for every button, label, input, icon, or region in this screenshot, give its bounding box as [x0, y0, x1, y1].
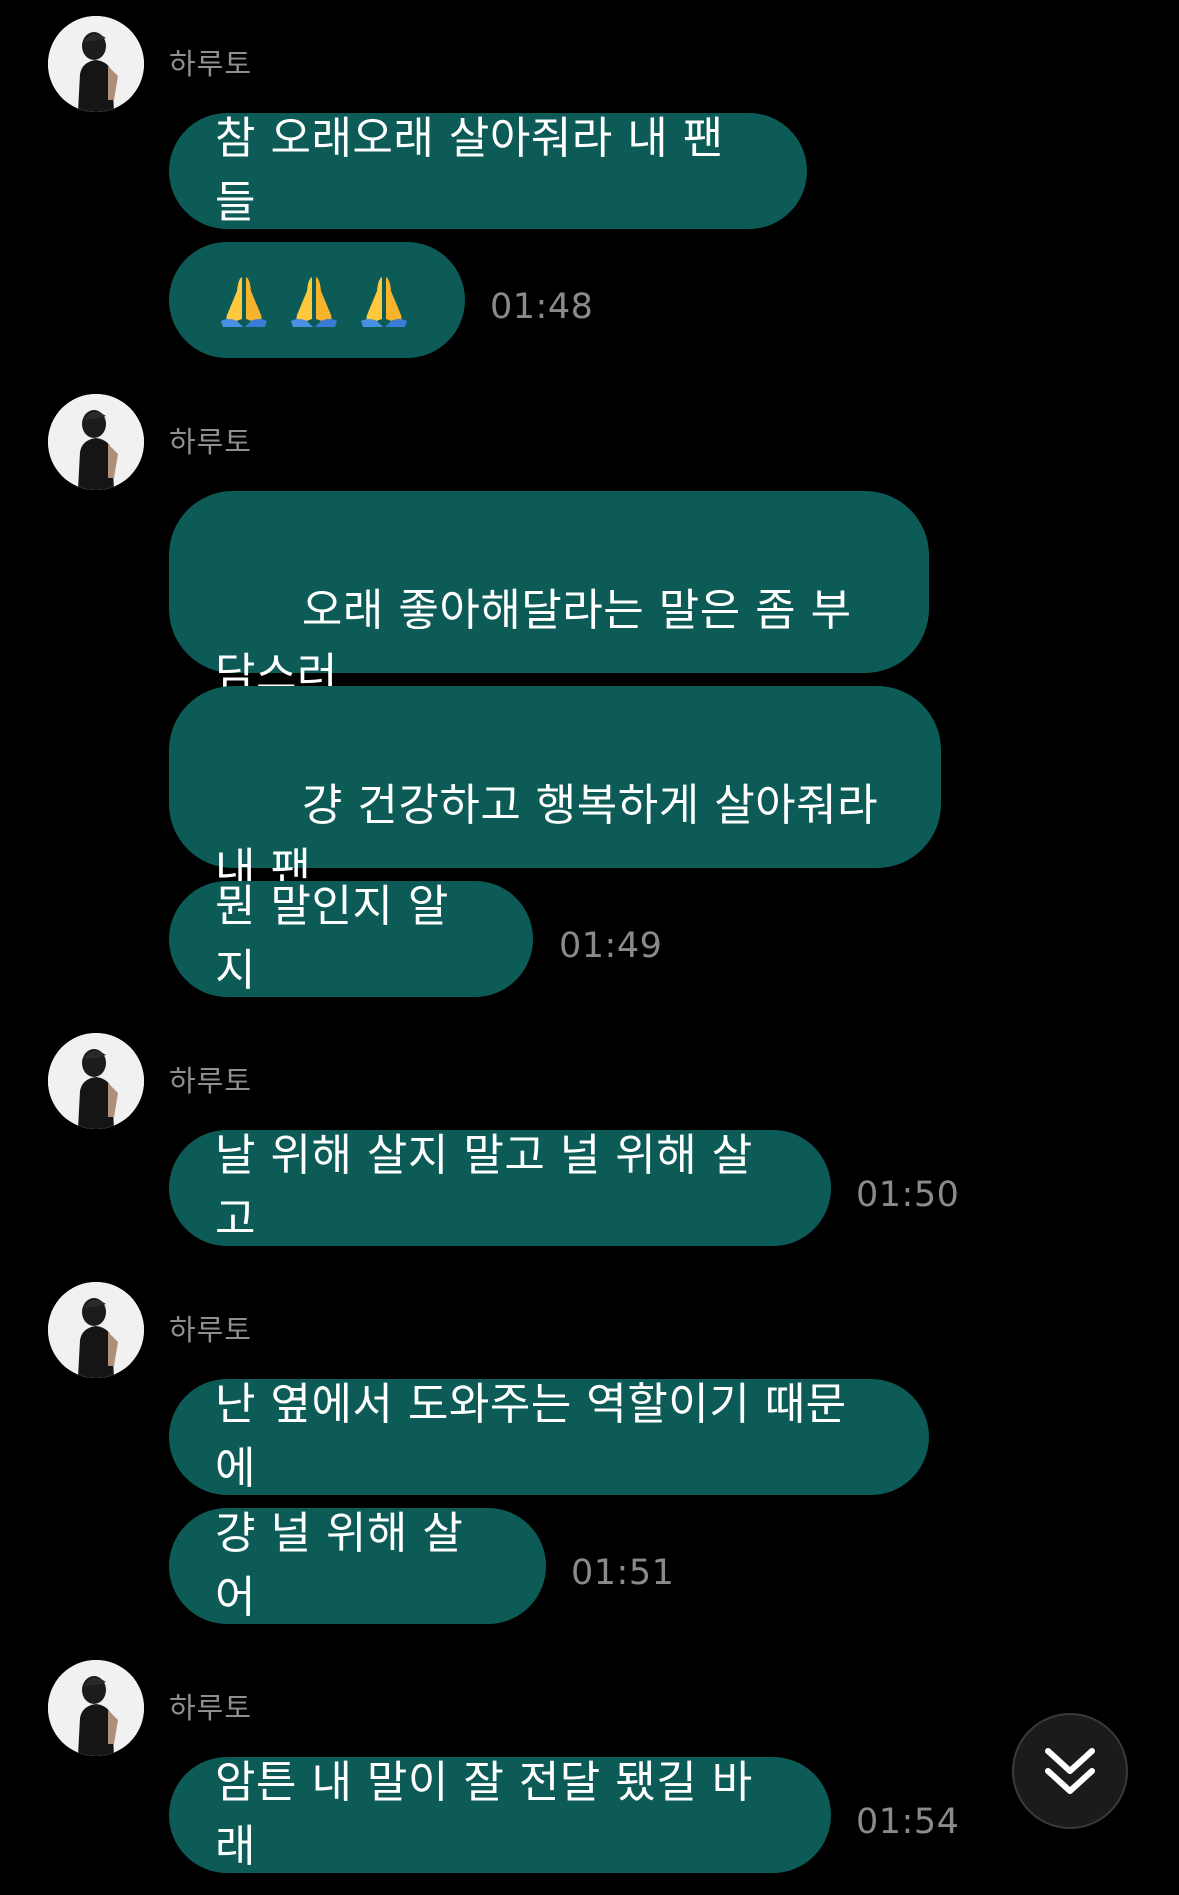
message-text: 걍 널 위해 살어 — [215, 1508, 464, 1623]
avatar-image — [48, 1282, 144, 1378]
message-bubble[interactable]: 암튼 내 말이 잘 전달 됐길 바래 — [169, 1757, 831, 1873]
avatar[interactable] — [48, 16, 144, 112]
message-text: 뭔 말인지 알지 — [215, 881, 449, 996]
sender-name: 하루토 — [169, 1313, 253, 1347]
message-text: 참 오래오래 살아줘라 내 팬들 — [215, 113, 724, 228]
message-bubble[interactable]: 날 위해 살지 말고 널 위해 살고 — [169, 1130, 831, 1246]
avatar[interactable] — [48, 1033, 144, 1129]
message-bubble[interactable]: 걍 널 위해 살어 — [169, 1508, 546, 1624]
avatar-image — [48, 1660, 144, 1756]
scroll-to-bottom-button[interactable] — [1012, 1713, 1128, 1829]
pray-emoji — [291, 277, 337, 327]
chat-thread: 하루토 참 오래오래 살아줘라 내 팬들 01:48 하루토 오래 좋아해달라는… — [0, 0, 1179, 1895]
message-text: 암튼 내 말이 잘 전달 됐길 바래 — [215, 1757, 753, 1872]
message-bubble[interactable]: 참 오래오래 살아줘라 내 팬들 — [169, 113, 807, 229]
pray-emoji — [221, 277, 267, 327]
avatar-image — [48, 1033, 144, 1129]
message-time: 01:54 — [856, 1802, 960, 1842]
sender-name: 하루토 — [169, 1691, 253, 1725]
message-time: 01:48 — [490, 287, 594, 327]
message-bubble[interactable] — [169, 242, 465, 358]
message-text: 날 위해 살지 말고 널 위해 살고 — [215, 1130, 753, 1245]
avatar-image — [48, 394, 144, 490]
emoji-row — [215, 271, 413, 329]
avatar[interactable] — [48, 1282, 144, 1378]
message-time: 01:51 — [571, 1553, 675, 1593]
message-bubble[interactable]: 난 옆에서 도와주는 역할이기 때문에 — [169, 1379, 929, 1495]
message-text: 난 옆에서 도와주는 역할이기 때문에 — [215, 1379, 847, 1494]
message-bubble[interactable]: 걍 건강하고 행복하게 살아줘라 내 팬 들만큼은 — [169, 686, 941, 959]
double-chevron-down-icon — [1045, 1748, 1095, 1794]
message-bubble[interactable]: 오래 좋아해달라는 말은 좀 부담스러 울 수가 있으니 — [169, 491, 929, 764]
message-time: 01:49 — [559, 926, 663, 966]
pray-emoji — [361, 277, 407, 327]
avatar[interactable] — [48, 394, 144, 490]
sender-name: 하루토 — [169, 47, 253, 81]
sender-name: 하루토 — [169, 425, 253, 459]
sender-name: 하루토 — [169, 1064, 253, 1098]
message-time: 01:50 — [856, 1175, 960, 1215]
message-bubble[interactable]: 뭔 말인지 알지 — [169, 881, 533, 997]
avatar[interactable] — [48, 1660, 144, 1756]
avatar-image — [48, 16, 144, 112]
